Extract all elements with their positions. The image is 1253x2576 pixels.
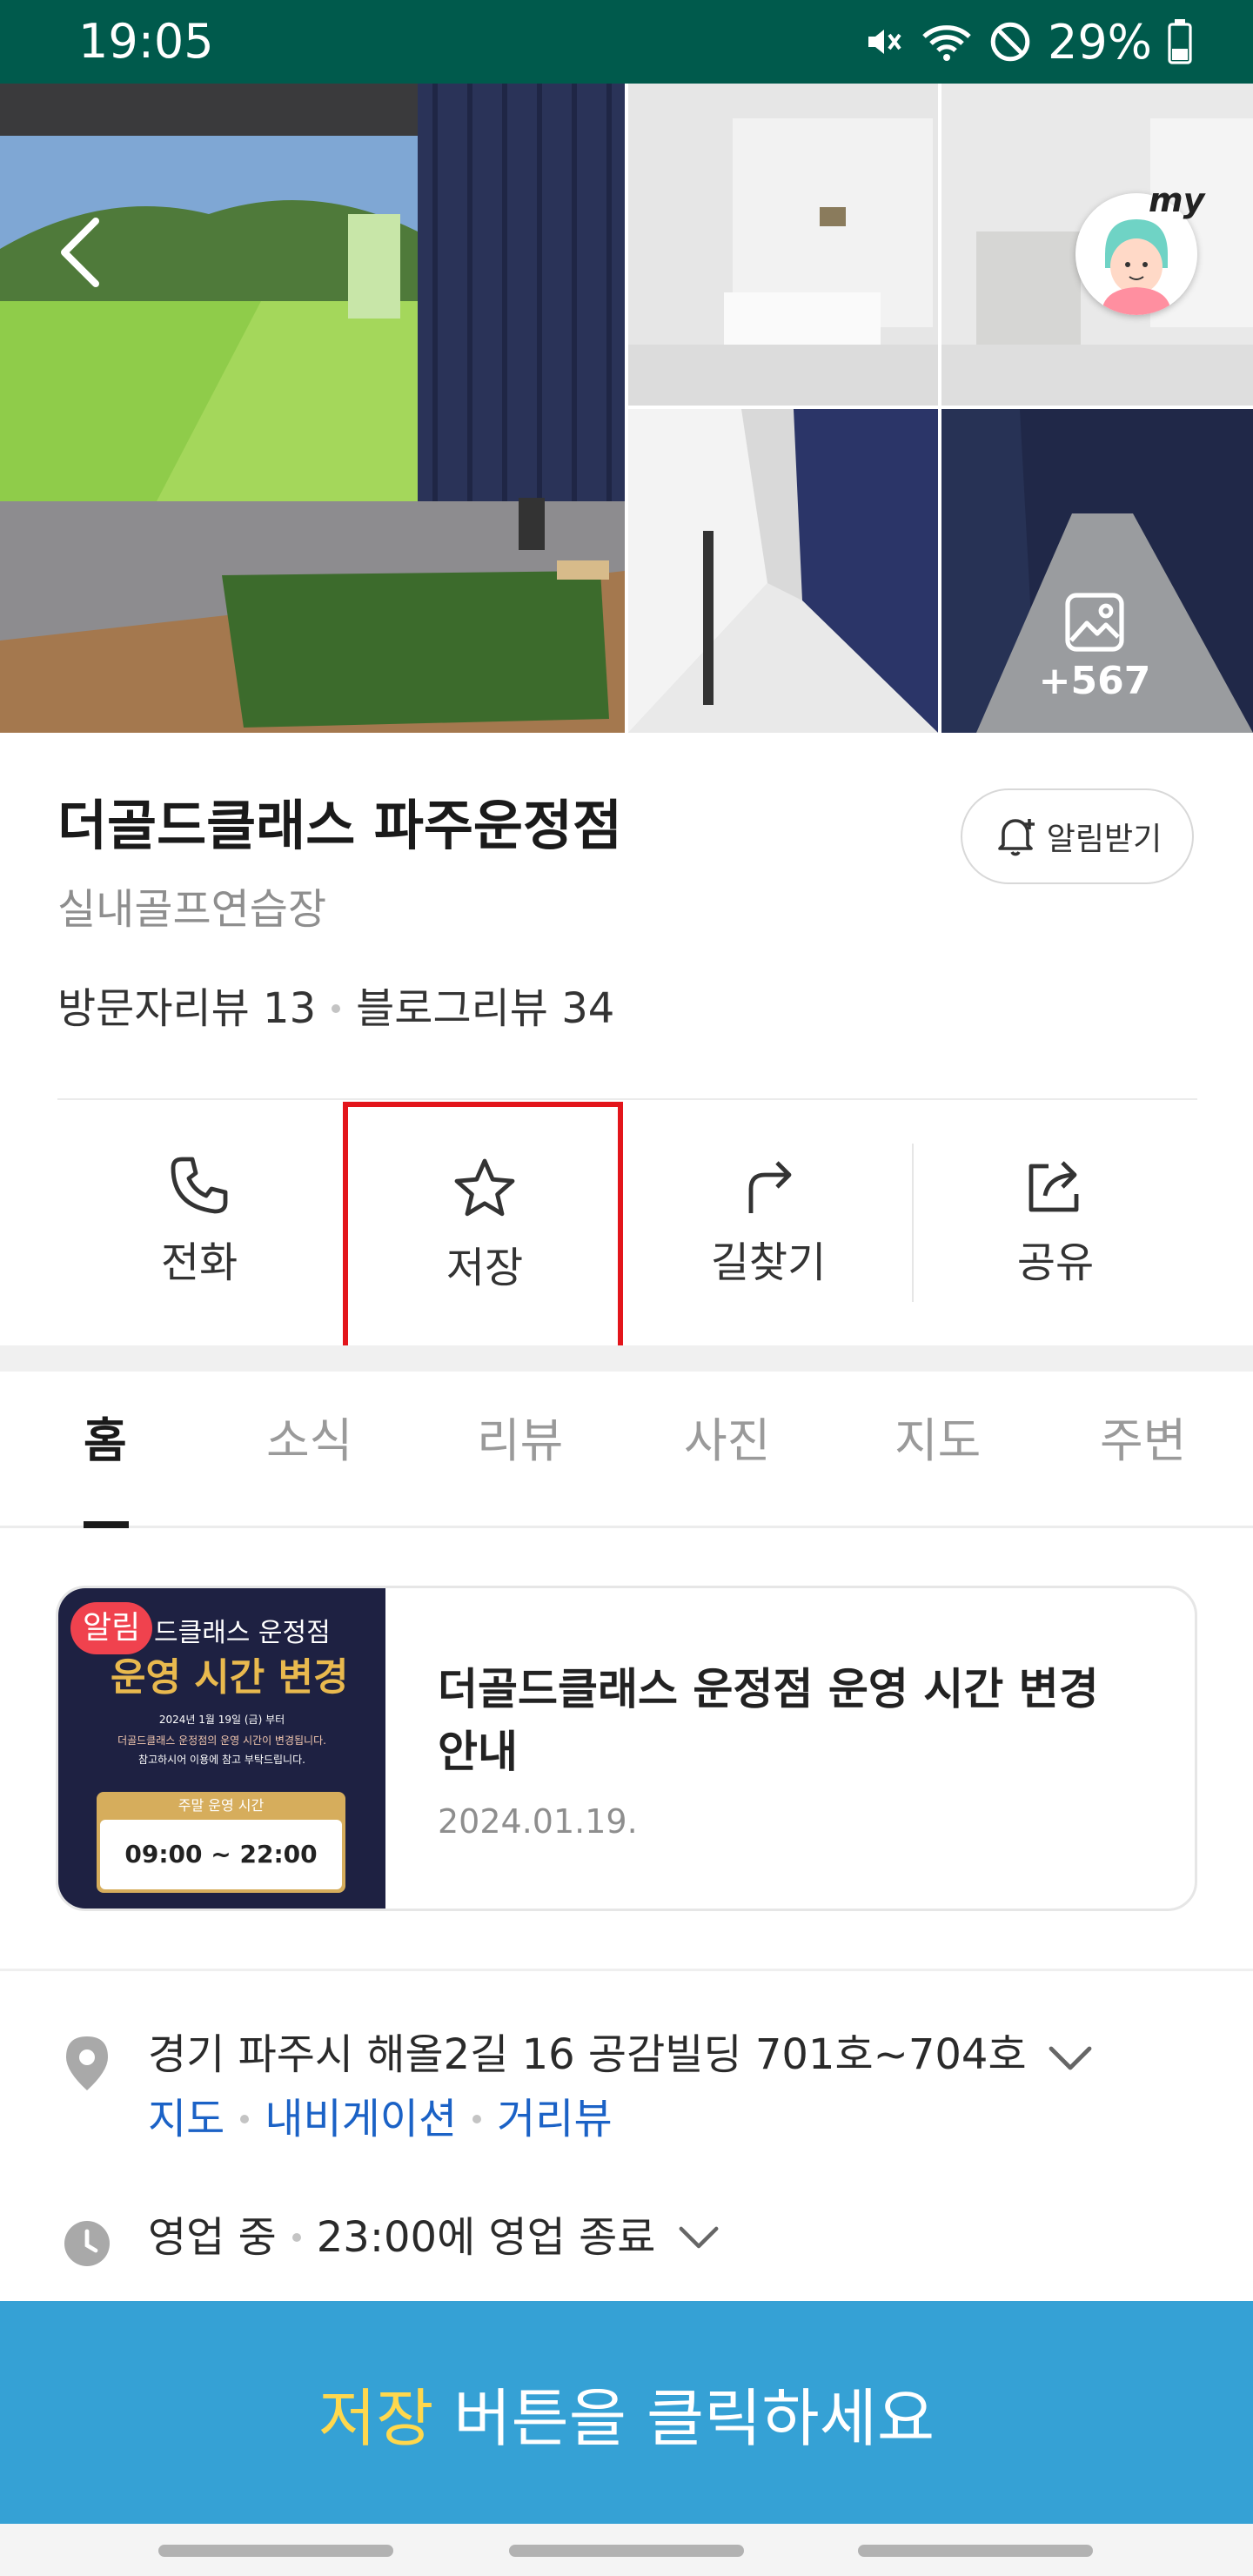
thumb-line-1: 2024년 1월 19일 (금) 부터 <box>158 1714 285 1726</box>
gallery-photo-simulator[interactable] <box>0 84 625 733</box>
news-date: 2024.01.19. <box>438 1802 638 1841</box>
separator-dot <box>291 2233 301 2242</box>
chevron-left-icon <box>61 218 99 287</box>
do-not-disturb-icon <box>990 22 1030 62</box>
review-summary: 방문자리뷰 13 블로그리뷰 34 <box>57 978 614 1039</box>
thumb-line-3: 참고하시어 이용에 참고 부탁드립니다. <box>138 1754 305 1766</box>
tutorial-highlight: 저장 <box>318 2381 434 2455</box>
share-label: 공유 <box>1016 1238 1095 1287</box>
place-category: 실내골프연습장 <box>57 885 327 934</box>
share-icon <box>914 1150 1197 1220</box>
more-photos-button[interactable]: +567 <box>1034 592 1156 703</box>
thumb-heading-big: 운영 시간 변경 <box>111 1655 349 1700</box>
tutorial-banner: 저장 버튼을 클릭하세요 <box>0 2301 1253 2524</box>
bell-plus-icon <box>997 819 1035 856</box>
gallery-photo-hallway[interactable] <box>628 409 938 733</box>
news-title: 더골드클래스 운정점 운영 시간 변경 안내 <box>438 1664 1099 1777</box>
navigation-link[interactable]: 내비게이션 <box>265 2089 457 2150</box>
wifi-icon <box>922 25 971 61</box>
back-button[interactable] <box>47 214 117 292</box>
thumb-heading-small: 드클래스 운정점 <box>154 1618 331 1648</box>
tab-home[interactable]: 홈 <box>84 1406 127 1476</box>
news-card[interactable]: 드클래스 운정점 운영 시간 변경 2024년 1월 19일 (금) 부터 더골… <box>56 1586 1197 1911</box>
blog-review-link[interactable]: 블로그리뷰 34 <box>356 978 614 1039</box>
separator-dot <box>240 2115 250 2123</box>
divider <box>0 1969 1253 1971</box>
phone-icon <box>57 1150 341 1220</box>
directions-button[interactable]: 길찾기 <box>626 1102 910 1354</box>
battery-percent: 29% <box>1047 14 1152 70</box>
section-separator <box>0 1345 1253 1372</box>
tab-nearby[interactable]: 주변 <box>1100 1406 1186 1476</box>
alarm-button[interactable]: 알림받기 <box>961 788 1194 884</box>
navigation-bar <box>0 2524 1253 2576</box>
photo-count: +567 <box>1038 659 1151 703</box>
expand-address-button[interactable] <box>1044 2036 1096 2080</box>
address-text: 경기 파주시 해올2길 16 공감빌딩 701호~704호 <box>148 2030 1027 2079</box>
mute-icon <box>868 30 901 54</box>
separator-dot <box>332 1004 341 1013</box>
address-links: 지도 내비게이션 거리뷰 <box>148 2089 613 2150</box>
closing-time: 23:00에 영업 종료 <box>316 2213 656 2262</box>
directions-label: 길찾기 <box>710 1238 827 1287</box>
tutorial-text: 버튼을 클릭하세요 <box>433 2381 935 2455</box>
business-hours[interactable]: 영업 중 23:00에 영업 종료 <box>148 2207 723 2268</box>
status-icons: 29% <box>863 12 1192 71</box>
divider <box>57 1098 1197 1100</box>
image-icon <box>1065 593 1124 652</box>
status-bar: 19:05 29% <box>0 0 1253 84</box>
nav-home-button[interactable] <box>509 2545 744 2557</box>
tab-map[interactable]: 지도 <box>895 1406 981 1476</box>
call-button[interactable]: 전화 <box>57 1102 341 1354</box>
clock-icon <box>61 2217 113 2270</box>
place-title: 더골드클래스 파주운정점 <box>57 794 623 857</box>
chevron-down-icon <box>679 2226 719 2249</box>
news-badge: 알림 <box>70 1602 153 1654</box>
gallery-photo-reception[interactable] <box>628 84 938 406</box>
tab-bar: 홈 소식 리뷰 사진 지도 주변 <box>0 1372 1253 1528</box>
active-tab-indicator <box>84 1521 129 1528</box>
nav-recent-button[interactable] <box>158 2545 393 2557</box>
thumb-hours-box: 주말 운영 시간 09:00 ~ 22:00 <box>97 1792 345 1893</box>
photo-gallery: my +567 <box>0 84 1253 733</box>
street-view-link[interactable]: 거리뷰 <box>497 2089 612 2150</box>
status-time: 19:05 <box>78 14 214 69</box>
tab-reviews[interactable]: 리뷰 <box>477 1406 563 1476</box>
open-status: 영업 중 <box>148 2213 277 2262</box>
my-badge: my <box>1149 181 1205 219</box>
call-label: 전화 <box>160 1238 238 1287</box>
map-link[interactable]: 지도 <box>148 2089 224 2150</box>
nav-back-button[interactable] <box>858 2545 1093 2557</box>
chevron-down-icon <box>1049 2046 1092 2070</box>
directions-icon <box>626 1150 910 1220</box>
share-button[interactable]: 공유 <box>914 1102 1197 1354</box>
battery-icon <box>1168 19 1192 64</box>
location-pin-icon <box>61 2033 113 2094</box>
alarm-button-label: 알림받기 <box>1046 822 1163 857</box>
save-highlight-box <box>343 1102 623 1356</box>
tab-photos[interactable]: 사진 <box>684 1406 770 1476</box>
thumb-hours-title: 주말 운영 시간 <box>178 1797 265 1814</box>
visitor-review-link[interactable]: 방문자리뷰 13 <box>57 978 316 1039</box>
thumb-hours-value: 09:00 ~ 22:00 <box>100 1820 342 1889</box>
separator-dot <box>472 2115 482 2123</box>
tab-news[interactable]: 소식 <box>266 1406 352 1476</box>
thumb-line-2: 더골드클래스 운정점의 운영 시간이 변경됩니다. <box>117 1734 326 1747</box>
